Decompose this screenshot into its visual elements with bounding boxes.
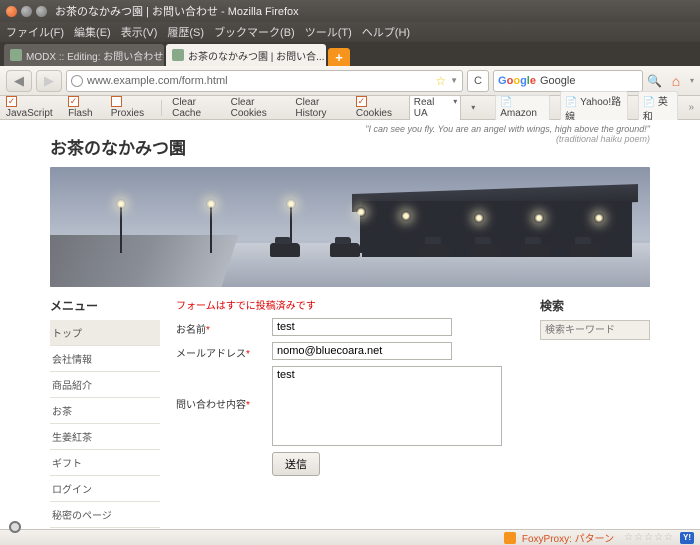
user-agent-select[interactable]: Real UA	[409, 95, 462, 121]
bookmark-amazon[interactable]: 📄 Amazon	[495, 95, 550, 121]
menu-help[interactable]: ヘルプ(H)	[362, 24, 410, 40]
body-textarea[interactable]: test	[272, 366, 502, 446]
name-label: お名前*	[176, 318, 264, 336]
header-quote: "I can see you fly. You are an angel wit…	[365, 124, 650, 144]
url-input[interactable]: www.example.com/form.html ☆ ▼	[66, 70, 463, 92]
dropdown-icon[interactable]: ▾	[471, 103, 475, 112]
bookmark-star-icon[interactable]: ☆	[435, 74, 446, 88]
tab-contact[interactable]: お茶のなかみつ園 | お問い合...×	[166, 44, 326, 66]
yslow-icon[interactable]: Y!	[680, 532, 694, 544]
window-minimize-icon[interactable]	[21, 6, 32, 17]
caret-down-icon[interactable]: ▾	[690, 76, 694, 85]
menu-view[interactable]: 表示(V)	[121, 24, 158, 40]
site-favicon-icon	[172, 49, 184, 61]
sidebar-item-ginger-tea[interactable]: 生姜紅茶	[50, 424, 160, 450]
clear-history-button[interactable]: Clear History	[295, 97, 345, 119]
menu-edit[interactable]: 編集(E)	[74, 24, 111, 40]
foxyproxy-icon[interactable]	[504, 532, 516, 544]
window-maximize-icon[interactable]	[36, 6, 47, 17]
window-title: お茶のなかみつ園 | お問い合わせ - Mozilla Firefox	[55, 3, 299, 19]
sidebar-item-secret[interactable]: 秘密のページ	[50, 502, 160, 528]
foxyproxy-status[interactable]: FoxyProxy: パターン	[522, 530, 614, 545]
reload-button[interactable]: C	[467, 70, 489, 92]
proxies-toggle[interactable]: Proxies	[111, 96, 151, 118]
google-icon: Google	[498, 75, 536, 87]
menu-history[interactable]: 履歴(S)	[167, 24, 204, 40]
js-toggle[interactable]: JavaScript	[6, 96, 58, 118]
globe-icon	[71, 75, 83, 87]
menu-bar: ファイル(F) 編集(E) 表示(V) 履歴(S) ブックマーク(B) ツール(…	[0, 22, 700, 42]
chevron-right-icon[interactable]: »	[688, 102, 694, 113]
home-icon[interactable]: ⌂	[666, 71, 686, 91]
cookies-toggle[interactable]: Cookies	[356, 96, 399, 118]
clear-cookies-button[interactable]: Clear Cookies	[231, 97, 286, 119]
email-input[interactable]	[272, 342, 452, 360]
name-input[interactable]	[272, 318, 452, 336]
sidebar-item-company[interactable]: 会社情報	[50, 346, 160, 372]
magnifier-icon[interactable]: 🔍	[647, 74, 662, 88]
sidebar-item-gift[interactable]: ギフト	[50, 450, 160, 476]
form-status-message: フォームはすでに投稿済みです	[176, 297, 524, 312]
menu-bookmarks[interactable]: ブックマーク(B)	[214, 24, 295, 40]
sidebar-item-tea[interactable]: お茶	[50, 398, 160, 424]
menu-file[interactable]: ファイル(F)	[6, 24, 64, 40]
site-favicon-icon	[10, 49, 22, 61]
email-label: メールアドレス*	[176, 342, 264, 360]
clear-cache-button[interactable]: Clear Cache	[172, 97, 221, 119]
dropdown-icon[interactable]: ▼	[450, 76, 458, 85]
back-button[interactable]: ◀	[6, 70, 32, 92]
hero-image	[50, 167, 650, 287]
tab-modx[interactable]: MODX :: Editing: お問い合わせ×	[4, 44, 164, 66]
flash-toggle[interactable]: Flash	[68, 96, 101, 118]
sidebar-heading: メニュー	[50, 297, 160, 314]
submit-button[interactable]: 送信	[272, 452, 320, 476]
site-search-input[interactable]	[540, 320, 650, 340]
status-indicator-icon	[9, 521, 21, 533]
new-tab-button[interactable]: +	[328, 48, 350, 66]
menu-tools[interactable]: ツール(T)	[305, 24, 352, 40]
forward-button[interactable]: ▶	[36, 70, 62, 92]
window-close-icon[interactable]	[6, 6, 17, 17]
search-heading: 検索	[540, 297, 650, 314]
noscript-stars-icon: ☆☆☆☆☆	[624, 532, 674, 543]
sidebar-item-top[interactable]: トップ	[50, 320, 160, 346]
sidebar-item-login[interactable]: ログイン	[50, 476, 160, 502]
sidebar-item-products[interactable]: 商品紹介	[50, 372, 160, 398]
body-label: 問い合わせ内容*	[176, 366, 264, 411]
search-input[interactable]: Google Google	[493, 70, 643, 92]
